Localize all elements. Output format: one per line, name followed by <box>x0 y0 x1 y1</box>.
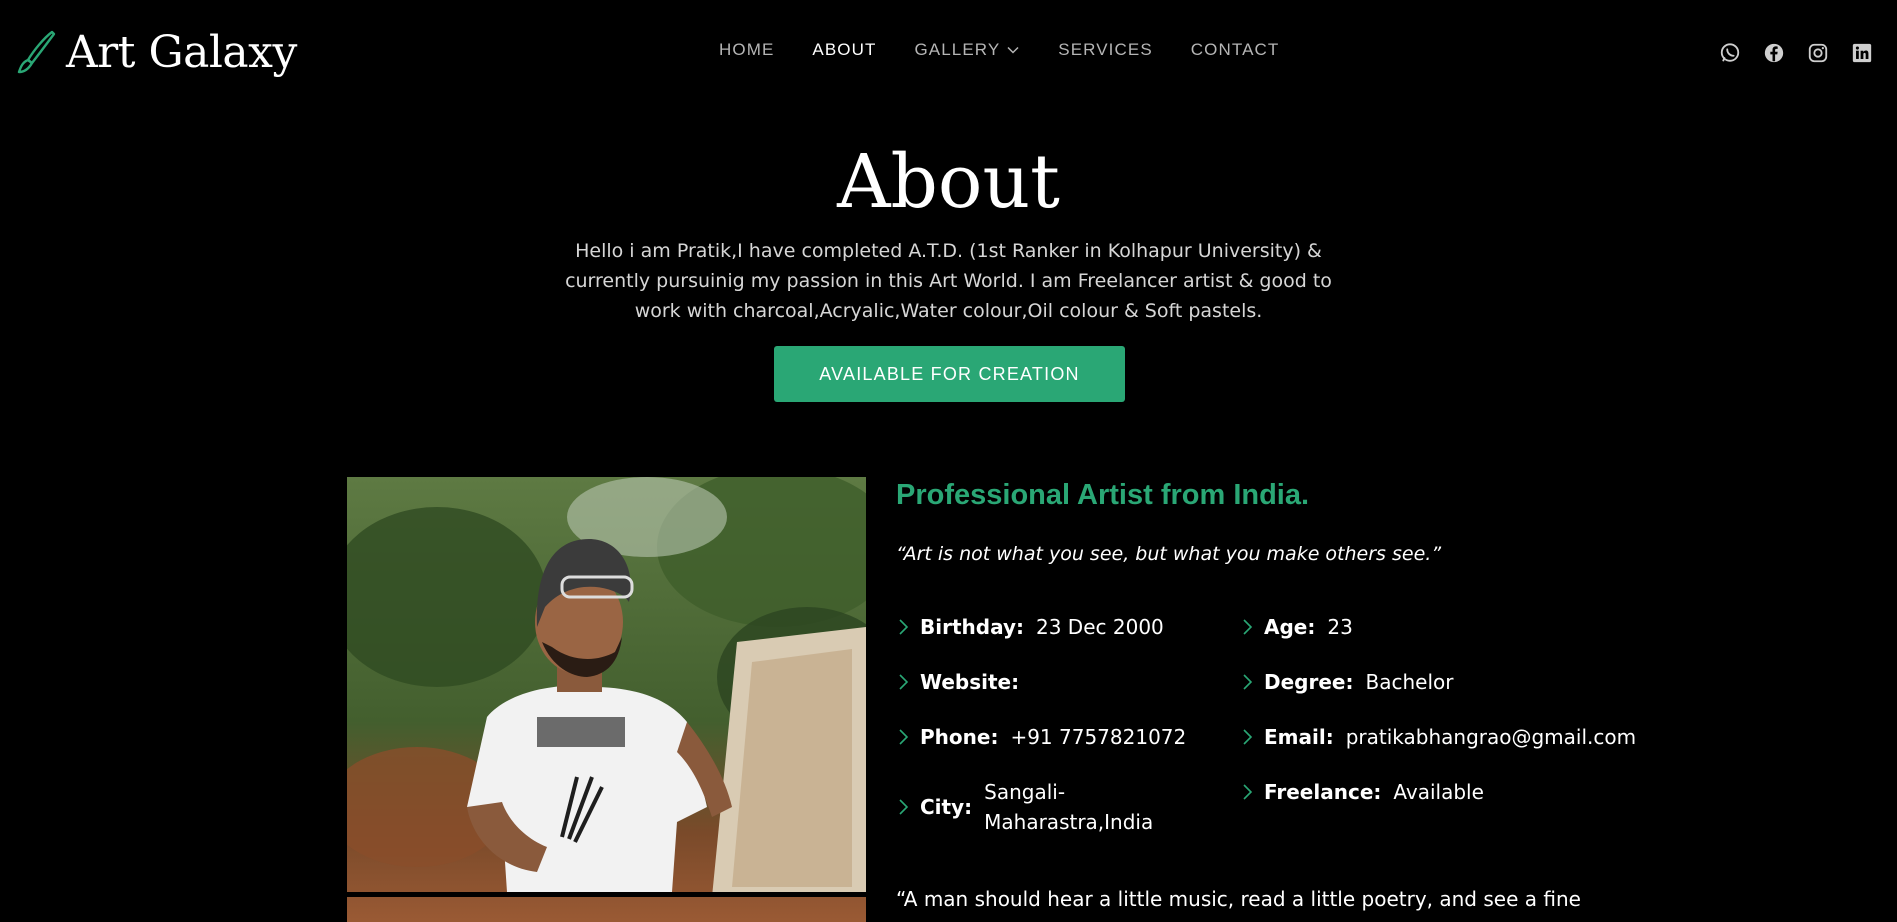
social-links <box>1697 42 1873 64</box>
field-key: Birthday: <box>920 615 1024 639</box>
artist-photo <box>347 477 866 922</box>
chevron-right-icon <box>899 799 909 815</box>
field-value: Bachelor <box>1365 670 1454 694</box>
field-city: City: Sangali- Maharastra,India <box>896 777 1153 837</box>
chevron-right-icon <box>1243 619 1253 635</box>
chevron-right-icon <box>1243 729 1253 745</box>
chevron-right-icon <box>1243 784 1253 800</box>
field-age: Age: 23 <box>1240 612 1353 642</box>
field-birthday: Birthday: 23 Dec 2000 <box>896 612 1164 642</box>
facebook-icon[interactable] <box>1763 42 1785 64</box>
nav-gallery-label: GALLERY <box>914 40 1001 59</box>
instagram-icon[interactable] <box>1807 42 1829 64</box>
field-email: Email: pratikabhangrao@gmail.com <box>1240 722 1636 752</box>
chevron-right-icon <box>899 674 909 690</box>
nav-services-label: SERVICES <box>1058 40 1153 59</box>
field-key: Phone: <box>920 725 999 749</box>
field-phone: Phone: +91 7757821072 <box>896 722 1186 752</box>
nav-item-contact[interactable]: CONTACT <box>1191 40 1280 60</box>
main-nav: HOME ABOUT GALLERY SERVICES CONTACT <box>719 40 1317 60</box>
nav-item-gallery[interactable]: GALLERY <box>914 40 1020 60</box>
field-degree: Degree: Bachelor <box>1240 667 1453 697</box>
paintbrush-icon <box>17 30 56 74</box>
field-website: Website: <box>896 667 1031 697</box>
bottom-quote: “A man should hear a little music, read … <box>896 887 1581 911</box>
field-key: Age: <box>1264 615 1316 639</box>
brand-name: Art Galaxy <box>66 27 297 78</box>
field-value: +91 7757821072 <box>1010 725 1187 749</box>
about-intro: Hello i am Pratik,I have completed A.T.D… <box>565 240 1332 322</box>
field-key: Degree: <box>1264 670 1354 694</box>
nav-contact-label: CONTACT <box>1190 40 1280 59</box>
field-key: Freelance: <box>1264 780 1382 804</box>
profile-quote: “Art is not what you see, but what you m… <box>896 543 1442 565</box>
field-value: Available <box>1393 780 1484 804</box>
available-for-creation-button[interactable]: AVAILABLE FOR CREATION <box>774 346 1125 402</box>
chevron-right-icon <box>899 619 909 635</box>
field-key: City: <box>920 795 973 819</box>
field-freelance: Freelance: Available <box>1240 777 1484 807</box>
nav-item-services[interactable]: SERVICES <box>1058 40 1152 60</box>
field-value[interactable]: pratikabhangrao@gmail.com <box>1346 722 1636 752</box>
linkedin-icon[interactable] <box>1851 42 1873 64</box>
site-header: Art Galaxy HOME ABOUT GALLERY SERVICES C… <box>0 0 1897 108</box>
field-key: Email: <box>1264 725 1334 749</box>
nav-about-label: ABOUT <box>812 40 877 59</box>
chevron-right-icon <box>1243 674 1253 690</box>
chevron-right-icon <box>899 729 909 745</box>
chevron-down-icon <box>1007 46 1019 54</box>
nav-item-home[interactable]: HOME <box>719 40 774 60</box>
field-value: 23 Dec 2000 <box>1036 615 1164 639</box>
field-value: 23 <box>1327 615 1353 639</box>
profile-title: Professional Artist from India. <box>896 479 1310 511</box>
field-value: Sangali- Maharastra,India <box>984 780 1154 834</box>
field-key: Website: <box>920 670 1020 694</box>
page-title: About <box>837 139 1060 225</box>
photo-divider <box>347 892 866 897</box>
brand-logo[interactable]: Art Galaxy <box>14 24 297 82</box>
nav-home-label: HOME <box>719 40 775 59</box>
nav-item-about[interactable]: ABOUT <box>812 40 876 60</box>
artist-photo-illustration <box>347 477 866 922</box>
whatsapp-icon[interactable] <box>1719 42 1741 64</box>
